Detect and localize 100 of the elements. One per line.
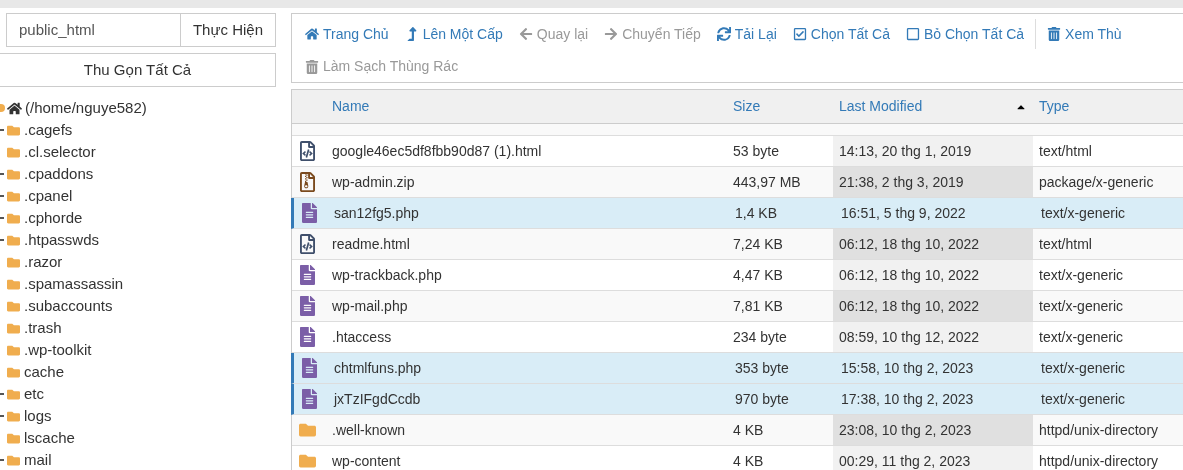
text-file-icon	[298, 265, 316, 285]
tree-item[interactable]: .cagefs	[0, 119, 77, 141]
tree-item[interactable]: .cpanel	[0, 185, 77, 207]
tree-item[interactable]: .cpaddons	[0, 163, 98, 185]
folder-icon	[6, 409, 21, 423]
tree-item[interactable]: .subaccounts	[0, 295, 117, 317]
file-type: text/x-generic	[1039, 265, 1124, 285]
text-file-icon	[298, 327, 316, 347]
reload-icon	[716, 27, 731, 41]
file-row[interactable]: readme.html 7,24 KB 06:12, 18 thg 10, 2022 text/html	[292, 229, 1183, 260]
file-size: 443,97 MB	[733, 172, 801, 192]
file-size: 4 KB	[733, 451, 764, 470]
empty-box-icon	[905, 27, 920, 41]
column-header[interactable]: Type	[1033, 90, 1183, 123]
file-row[interactable]: wp-trackback.php 4,47 KB 06:12, 18 thg 10, 2022 text/x-generic	[292, 260, 1183, 291]
folder-icon	[6, 343, 21, 357]
modified-date: 08:59, 10 thg 12, 2022	[839, 327, 980, 347]
tree-item[interactable]: .htpasswds	[0, 229, 104, 251]
toolbar-button[interactable]: Chọn Tất Cả	[787, 19, 895, 49]
tree-item[interactable]: mail	[0, 449, 56, 470]
file-row[interactable]: .htaccess 234 byte 08:59, 10 thg 12, 2022 text/x-generic	[292, 322, 1183, 353]
tree-item[interactable]: .wp-toolkit	[0, 339, 96, 361]
folder-icon	[6, 211, 21, 225]
toolbar-button[interactable]: Lên Một Cấp	[399, 19, 508, 49]
folder-icon	[6, 299, 21, 313]
text-file-icon	[300, 389, 318, 409]
file-name: wp-mail.php	[332, 296, 408, 316]
modified-date: 06:12, 18 thg 10, 2022	[839, 296, 980, 316]
home-icon	[305, 27, 319, 41]
folder-icon	[6, 365, 21, 379]
modified-date: 06:12, 18 thg 10, 2022	[839, 234, 980, 254]
tree-item[interactable]: lscache	[0, 427, 79, 449]
text-file-icon	[300, 358, 318, 378]
tree-item[interactable]: .cl.selector	[0, 141, 100, 163]
file-row[interactable]: jxTzIFgdCcdb 970 byte 17:38, 10 thg 2, 2023 text/x-generic	[291, 384, 1183, 415]
archive-file-icon	[298, 172, 316, 192]
left-arrow-icon	[518, 27, 533, 41]
file-size: 7,81 KB	[733, 296, 783, 316]
tree-item[interactable]: logs	[0, 405, 56, 427]
tree-item[interactable]: .razor	[0, 251, 67, 273]
modified-date: 16:51, 5 thg 9, 2022	[841, 203, 966, 223]
tree-item[interactable]: etc	[0, 383, 48, 405]
right-arrow-icon	[604, 27, 619, 41]
file-size: 353 byte	[735, 358, 789, 378]
column-header[interactable]: Name	[322, 90, 727, 123]
file-type: text/html	[1039, 141, 1092, 161]
toolbar-button[interactable]: Xem Thù	[1042, 19, 1127, 49]
tree-toggle-icon[interactable]	[0, 104, 5, 112]
toolbar-button[interactable]: Trang Chủ	[300, 19, 394, 49]
file-type: httpd/unix-directory	[1039, 420, 1159, 440]
tree-item[interactable]: .spamassassin	[0, 273, 128, 295]
file-size: 234 byte	[733, 327, 787, 347]
file-type: package/x-generic	[1039, 172, 1154, 192]
file-type: text/x-generic	[1041, 358, 1126, 378]
column-header[interactable]: Size	[727, 90, 833, 123]
trash-icon	[305, 59, 319, 74]
file-type: httpd/unix-directory	[1039, 451, 1159, 470]
collapse-all-button[interactable]: Thu Gọn Tất Cả	[0, 53, 276, 87]
home-icon	[7, 100, 22, 116]
trash-icon	[1047, 27, 1062, 41]
file-name: .well-known	[332, 420, 406, 440]
file-type: text/x-generic	[1039, 296, 1124, 316]
modified-date: 06:12, 18 thg 10, 2022	[839, 265, 980, 285]
file-name: wp-trackback.php	[332, 265, 442, 285]
text-file-icon	[298, 296, 316, 316]
modified-date: 15:58, 10 thg 2, 2023	[841, 358, 974, 378]
file-row[interactable]: .well-known 4 KB 23:08, 10 thg 2, 2023 httpd/unix-directory	[292, 415, 1183, 446]
modified-date: 23:08, 10 thg 2, 2023	[839, 420, 972, 440]
file-row[interactable]: chtmlfuns.php 353 byte 15:58, 10 thg 2, 2023 text/x-generic	[291, 353, 1183, 384]
folder-icon	[6, 431, 21, 445]
toolbar-button[interactable]: Tải Lại	[711, 19, 782, 49]
file-name: san12fg5.php	[334, 203, 419, 223]
tree-item[interactable]: (/home/nguye582)	[25, 96, 147, 120]
code-file-icon	[298, 234, 316, 254]
toolbar-button[interactable]: Bỏ Chọn Tất Cả	[900, 19, 1030, 49]
file-size: 4,47 KB	[733, 265, 783, 285]
file-size: 1,4 KB	[735, 203, 778, 223]
file-name: wp-admin.zip	[332, 172, 415, 192]
folder-icon	[6, 321, 21, 335]
path-field[interactable]: public_html	[6, 13, 181, 47]
modified-date: 00:29, 11 thg 2, 2023	[839, 451, 971, 470]
modified-date: 21:38, 2 thg 3, 2019	[839, 172, 964, 192]
column-header[interactable]: Last Modified	[833, 90, 1033, 123]
file-row[interactable]: wp-mail.php 7,81 KB 06:12, 18 thg 10, 2022 text/x-generic	[292, 291, 1183, 322]
file-name: google46ec5df8fbb90d87 (1).html	[332, 141, 542, 161]
folder-icon	[6, 167, 21, 181]
file-row[interactable]: san12fg5.php 1,4 KB 16:51, 5 thg 9, 2022 text/x-generic	[291, 198, 1183, 229]
file-row[interactable]: google46ec5df8fbb90d87 (1).html 53 byte 14:13, 20 thg 1, 2019 text/html	[292, 136, 1183, 167]
checked-box-icon	[792, 27, 807, 41]
tree-item[interactable]: cache	[0, 361, 69, 383]
tree-item[interactable]: .cphorde	[0, 207, 87, 229]
tree-item[interactable]: .trash	[0, 317, 66, 339]
file-type: text/x-generic	[1041, 389, 1126, 409]
file-type: text/x-generic	[1039, 327, 1124, 347]
file-name: wp-content	[332, 451, 401, 470]
folder-icon	[6, 453, 21, 467]
go-button[interactable]: Thực Hiện	[180, 13, 276, 47]
file-size: 7,24 KB	[733, 234, 783, 254]
file-size: 53 byte	[733, 141, 779, 161]
file-row[interactable]: wp-admin.zip 443,97 MB 21:38, 2 thg 3, 2019 package/x-generic	[292, 167, 1183, 198]
